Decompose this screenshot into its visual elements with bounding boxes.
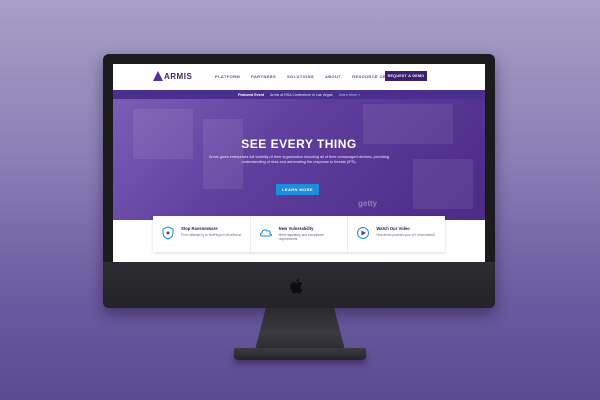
card-desc: How Armis protects your IoT environment (376, 233, 435, 237)
monitor-chin (103, 262, 495, 308)
cloud-icon (259, 229, 272, 237)
card-title: New Vulnerability (278, 226, 314, 231)
main-nav: PLATFORM PARTNERS SOLUTIONS ABOUT RESOUR… (215, 74, 398, 79)
getty-watermark: getty (358, 199, 378, 208)
nav-item-platform[interactable]: PLATFORM (215, 74, 240, 79)
card-new-vulnerability[interactable]: New Vulnerability Meet regulatory and co… (251, 216, 349, 252)
screen: ARMIS PLATFORM PARTNERS SOLUTIONS ABOUT … (113, 64, 485, 262)
hero-text: Armis gives enterprises full visibility … (208, 155, 390, 164)
card-title: Stop Ransomware (181, 226, 218, 231)
card-title: Watch Our Video (376, 226, 410, 231)
featured-link[interactable]: Learn More » (339, 93, 360, 97)
monitor-stand-foot (234, 348, 366, 360)
card-stop-ransomware[interactable]: Stop Ransomware From WannaCry to NotPety… (153, 216, 251, 252)
monitor-stand-neck (255, 308, 345, 350)
nav-item-partners[interactable]: PARTNERS (251, 74, 276, 79)
request-demo-button[interactable]: REQUEST A DEMO (385, 71, 427, 81)
logo-mark-icon (153, 71, 163, 81)
learn-more-button[interactable]: LEARN MORE (276, 184, 319, 195)
hero-bg-shape (133, 109, 193, 159)
hero-bg-shape (203, 119, 243, 189)
imac-monitor: ARMIS PLATFORM PARTNERS SOLUTIONS ABOUT … (103, 54, 495, 308)
card-desc: Meet regulatory and compliance requireme… (278, 233, 325, 242)
feature-cards: Stop Ransomware From WannaCry to NotPety… (153, 216, 445, 252)
hero-title: SEE EVERY THING (241, 137, 357, 151)
nav-item-about[interactable]: ABOUT (325, 74, 341, 79)
logo-text: ARMIS (164, 71, 193, 81)
site-header: ARMIS PLATFORM PARTNERS SOLUTIONS ABOUT … (113, 64, 485, 90)
play-icon (357, 227, 370, 239)
card-watch-video[interactable]: Watch Our Video How Armis protects your … (348, 216, 445, 252)
hero-bg-shape (413, 159, 473, 209)
shield-icon (162, 226, 174, 240)
nav-item-solutions[interactable]: SOLUTIONS (287, 74, 314, 79)
featured-label: Featured Event (238, 92, 265, 97)
apple-logo-icon (290, 278, 303, 294)
card-desc: From WannaCry to NotPetya to BlueBorne (181, 233, 242, 237)
featured-text: Armis at RSA Conference in Las Vegas (270, 92, 333, 97)
armis-logo[interactable]: ARMIS (153, 71, 192, 81)
featured-event-bar: Featured Event Armis at RSA Conference i… (113, 90, 485, 99)
hero-section: SEE EVERY THING Armis gives enterprises … (113, 99, 485, 220)
